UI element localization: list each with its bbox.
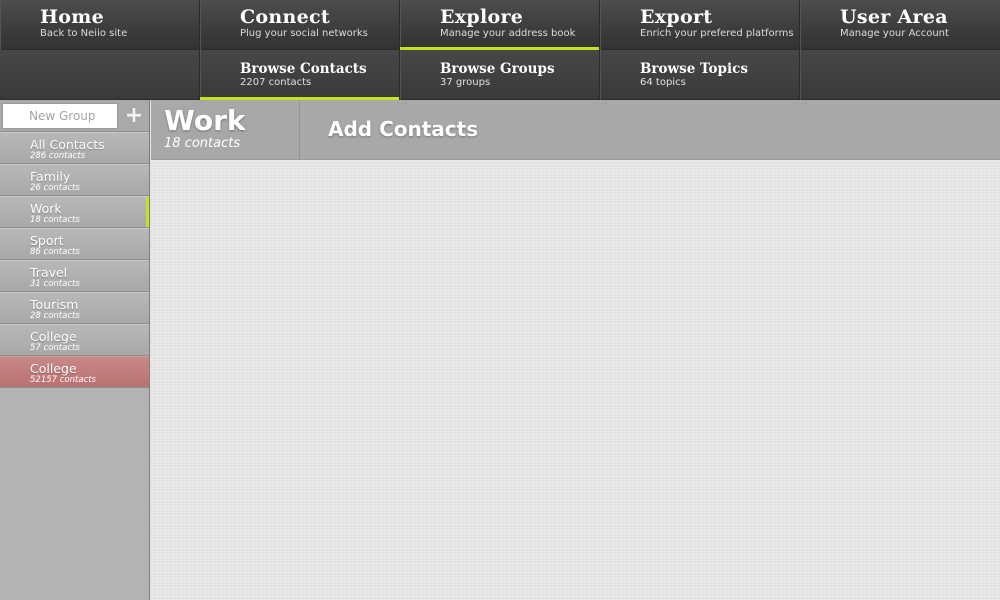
sub-navigation: Browse Contacts 2207 contacts Browse Gro… xyxy=(0,50,1000,100)
current-group-title-block: Work 18 contacts xyxy=(151,100,300,160)
nav-connect[interactable]: Connect Plug your social networks xyxy=(200,0,400,50)
group-count: 286 contacts xyxy=(30,151,86,161)
subnav-browse-topics[interactable]: Browse Topics 64 topics xyxy=(600,50,800,100)
new-group-input[interactable] xyxy=(2,103,118,129)
page-title: Work xyxy=(164,104,246,137)
group-count: 28 contacts xyxy=(30,311,80,321)
group-item-family[interactable]: Family 26 contacts xyxy=(0,164,149,196)
content-header: Work 18 contacts Add Contacts xyxy=(151,100,1000,160)
nav-explore[interactable]: Explore Manage your address book xyxy=(400,0,600,50)
group-count: 18 contacts xyxy=(30,215,80,225)
nav-export-subtitle: Enrich your prefered platforms xyxy=(640,28,794,39)
nav-connect-title: Connect xyxy=(240,6,330,28)
group-count: 86 contacts xyxy=(30,247,80,257)
page-title-count: 18 contacts xyxy=(164,136,241,151)
group-count: 31 contacts xyxy=(30,279,80,289)
group-name: Travel xyxy=(30,265,68,280)
add-contacts-button[interactable]: Add Contacts xyxy=(328,117,478,141)
contacts-panel xyxy=(151,161,1000,600)
nav-connect-subtitle: Plug your social networks xyxy=(240,28,368,39)
group-count: 26 contacts xyxy=(30,183,80,193)
nav-explore-title: Explore xyxy=(440,6,524,28)
subnav-browse-contacts-count: 2207 contacts xyxy=(240,77,312,88)
group-name: All Contacts xyxy=(30,137,105,152)
group-item-work[interactable]: Work 18 contacts xyxy=(0,196,149,228)
group-item-tourism[interactable]: Tourism 28 contacts xyxy=(0,292,149,324)
nav-export-title: Export xyxy=(640,6,713,28)
selected-group-indicator xyxy=(146,197,149,227)
subnav-browse-contacts[interactable]: Browse Contacts 2207 contacts xyxy=(200,50,400,100)
group-item-college[interactable]: College 57 contacts xyxy=(0,324,149,356)
new-group-row: + xyxy=(0,100,149,132)
nav-export[interactable]: Export Enrich your prefered platforms xyxy=(600,0,800,50)
subnav-empty-slot xyxy=(800,50,1000,100)
subnav-browse-groups-count: 37 groups xyxy=(440,77,491,88)
nav-home[interactable]: Home Back to Neiio site xyxy=(0,0,200,50)
subnav-spacer xyxy=(0,50,200,100)
group-item-college-highlighted[interactable]: College 52157 contacts xyxy=(0,356,149,388)
nav-home-title: Home xyxy=(40,6,105,28)
subnav-browse-contacts-title: Browse Contacts xyxy=(240,61,367,77)
group-item-all-contacts[interactable]: All Contacts 286 contacts xyxy=(0,132,149,164)
top-navigation: Home Back to Neiio site Connect Plug you… xyxy=(0,0,1000,50)
group-item-sport[interactable]: Sport 86 contacts xyxy=(0,228,149,260)
nav-user-area-subtitle: Manage your Account xyxy=(840,28,949,39)
group-count: 52157 contacts xyxy=(30,375,96,385)
group-name: College xyxy=(30,329,77,344)
nav-user-area-title: User Area xyxy=(840,6,948,28)
group-name: Tourism xyxy=(30,297,79,312)
subnav-browse-topics-title: Browse Topics xyxy=(640,61,748,77)
subnav-browse-topics-count: 64 topics xyxy=(640,77,686,88)
subnav-browse-groups-title: Browse Groups xyxy=(440,61,555,77)
plus-icon[interactable]: + xyxy=(124,105,144,127)
nav-explore-subtitle: Manage your address book xyxy=(440,28,576,39)
group-name: Work xyxy=(30,201,62,216)
group-count: 57 contacts xyxy=(30,343,80,353)
group-name: Sport xyxy=(30,233,64,248)
groups-sidebar: + All Contacts 286 contacts Family 26 co… xyxy=(0,100,150,600)
group-item-travel[interactable]: Travel 31 contacts xyxy=(0,260,149,292)
nav-home-subtitle: Back to Neiio site xyxy=(40,28,128,39)
nav-user-area[interactable]: User Area Manage your Account xyxy=(800,0,1000,50)
subnav-browse-groups[interactable]: Browse Groups 37 groups xyxy=(400,50,600,100)
group-name: College xyxy=(30,361,77,376)
group-name: Family xyxy=(30,169,71,184)
